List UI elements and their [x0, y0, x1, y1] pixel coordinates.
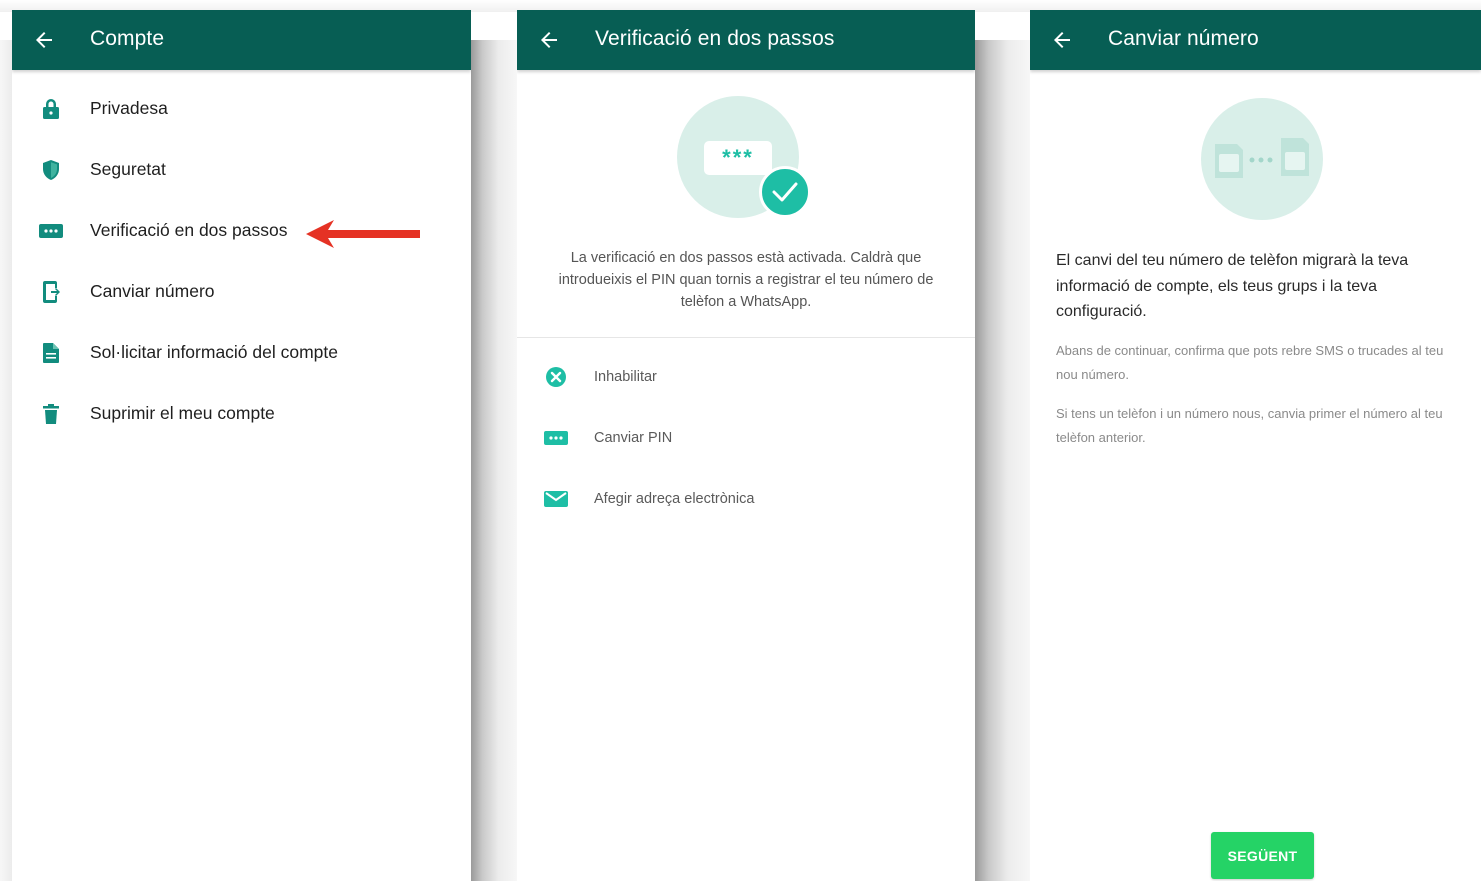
- app-bar: Canviar número: [1030, 10, 1481, 70]
- two-step-description: La verificació en dos passos està activa…: [558, 250, 934, 310]
- menu-item-change-number[interactable]: Canviar número: [12, 261, 471, 322]
- option-disable[interactable]: Inhabilitar: [517, 346, 975, 407]
- red-arrow-icon: [306, 220, 420, 248]
- menu-item-label: Sol·licitar informació del compte: [90, 342, 339, 362]
- change-number-screen: Canviar número El canvi del teu número d…: [1030, 10, 1481, 881]
- phone-change-icon: [39, 280, 63, 304]
- app-bar: Compte: [12, 10, 471, 70]
- menu-item-request-info[interactable]: Sol·licitar informació del compte: [12, 322, 471, 383]
- left-edge-shadow: [0, 40, 12, 881]
- menu-item-label: Canviar número: [90, 281, 215, 301]
- dots-icon: [544, 426, 568, 450]
- menu-item-security[interactable]: Seguretat: [12, 139, 471, 200]
- checkmark-icon: [759, 166, 811, 218]
- account-screen: Compte Privadesa Seguretat Verificació e…: [12, 10, 471, 881]
- trash-icon: [39, 402, 63, 426]
- close-circle-icon: [544, 365, 568, 389]
- change-number-main-text: El canvi del teu número de telèfon migra…: [1056, 252, 1409, 320]
- back-arrow-icon[interactable]: [1050, 28, 1074, 52]
- lock-icon: [39, 97, 63, 121]
- divider: [517, 337, 975, 338]
- page-title: Verificació en dos passos: [595, 27, 835, 50]
- option-label: Inhabilitar: [594, 368, 657, 385]
- pin-illustration: ***: [677, 96, 811, 218]
- page-title: Canviar número: [1108, 27, 1259, 50]
- back-arrow-icon[interactable]: [32, 28, 56, 52]
- panel-shadow-2: [975, 40, 1030, 881]
- dots-icon: [39, 219, 63, 243]
- page-title: Compte: [90, 27, 165, 50]
- panel-shadow-1: [471, 40, 517, 881]
- option-label: Canviar PIN: [594, 429, 673, 446]
- app-bar: Verificació en dos passos: [517, 10, 975, 70]
- option-change-pin[interactable]: Canviar PIN: [517, 407, 975, 468]
- sim-swap-illustration: [1201, 98, 1323, 220]
- option-label: Afegir adreça electrònica: [594, 490, 755, 507]
- next-button[interactable]: SEGÜENT: [1211, 832, 1314, 879]
- option-add-email[interactable]: Afegir adreça electrònica: [517, 468, 975, 529]
- two-step-options: Inhabilitar Canviar PIN Afegir adreça el…: [517, 346, 975, 529]
- shield-icon: [39, 158, 63, 182]
- menu-item-delete-account[interactable]: Suprimir el meu compte: [12, 383, 471, 444]
- change-number-sub-text: Si tens un telèfon i un número nous, can…: [1056, 406, 1443, 445]
- two-step-screen: Verificació en dos passos *** La verific…: [517, 10, 975, 881]
- mail-icon: [544, 487, 568, 511]
- document-icon: [39, 341, 63, 365]
- pin-mask: ***: [704, 141, 772, 175]
- menu-item-label: Verificació en dos passos: [90, 220, 288, 240]
- menu-item-label: Seguretat: [90, 159, 166, 179]
- menu-item-label: Privadesa: [90, 98, 168, 118]
- menu-item-label: Suprimir el meu compte: [90, 403, 275, 423]
- menu-item-privacy[interactable]: Privadesa: [12, 78, 471, 139]
- change-number-sub-text: Abans de continuar, confirma que pots re…: [1056, 343, 1444, 382]
- account-menu: Privadesa Seguretat Verificació en dos p…: [12, 70, 471, 444]
- sim-card-icon: [1215, 138, 1309, 178]
- back-arrow-icon[interactable]: [537, 28, 561, 52]
